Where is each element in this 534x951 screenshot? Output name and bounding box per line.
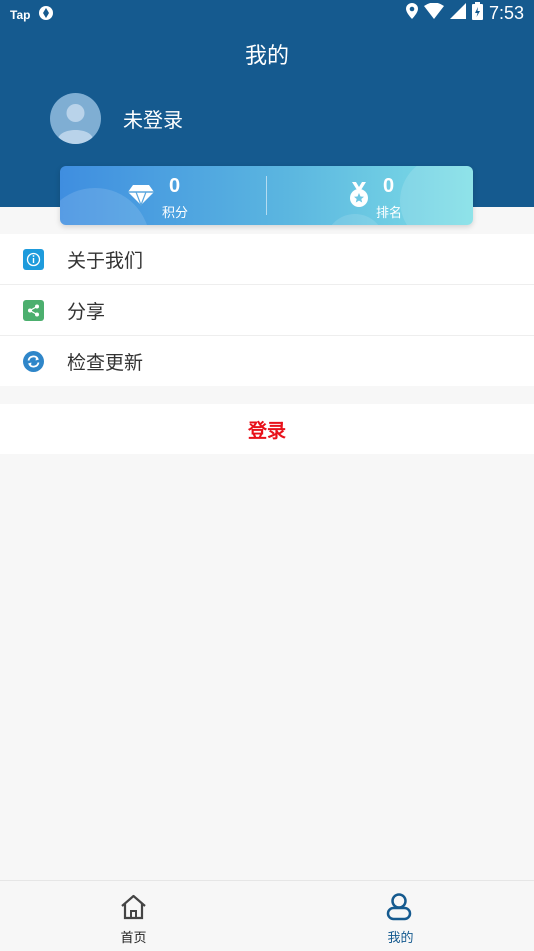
username[interactable]: 未登录 <box>123 104 183 133</box>
menu-item-about[interactable]: 关于我们 <box>0 234 534 285</box>
rank-stat[interactable]: 0 排名 <box>267 166 473 225</box>
share-icon <box>23 300 44 321</box>
user-icon <box>386 893 412 925</box>
signal-icon <box>449 3 466 23</box>
diamond-icon <box>128 184 154 210</box>
rank-value: 0 <box>383 175 395 197</box>
points-label: 积分 <box>162 206 189 221</box>
menu-label-share: 分享 <box>67 300 106 323</box>
refresh-icon <box>23 351 44 372</box>
clock: 7:53 <box>488 2 524 23</box>
page-title: 我的 <box>244 44 289 69</box>
info-icon <box>23 249 44 270</box>
points-value: 0 <box>169 175 181 197</box>
home-icon <box>119 893 148 925</box>
nav-label-mine: 我的 <box>387 931 414 946</box>
menu-list: 关于我们 分享 检查更新 <box>0 234 534 386</box>
app-label: Tap <box>10 8 31 22</box>
rank-label: 排名 <box>376 206 403 221</box>
login-button[interactable]: 登录 <box>0 404 534 454</box>
stats-card: 0 积分 0 排名 <box>60 166 473 225</box>
wifi-icon <box>423 2 444 23</box>
nav-label-home: 首页 <box>120 931 147 946</box>
sync-icon <box>38 5 54 25</box>
menu-label-update: 检查更新 <box>67 351 144 374</box>
status-bar: Tap 7:53 <box>0 0 534 28</box>
medal-icon <box>349 182 369 212</box>
user-avatar-icon <box>58 104 93 144</box>
avatar[interactable] <box>50 93 101 144</box>
battery-icon <box>471 2 483 24</box>
profile-block[interactable]: 未登录 <box>50 93 183 144</box>
menu-label-about: 关于我们 <box>67 249 144 272</box>
menu-item-update[interactable]: 检查更新 <box>0 336 534 386</box>
bottom-nav: 首页 我的 <box>0 880 534 951</box>
location-icon <box>405 3 418 23</box>
login-label: 登录 <box>247 419 286 442</box>
nav-tab-home[interactable]: 首页 <box>0 881 267 951</box>
points-stat[interactable]: 0 积分 <box>60 166 266 225</box>
nav-tab-mine[interactable]: 我的 <box>267 881 534 951</box>
menu-item-share[interactable]: 分享 <box>0 285 534 336</box>
